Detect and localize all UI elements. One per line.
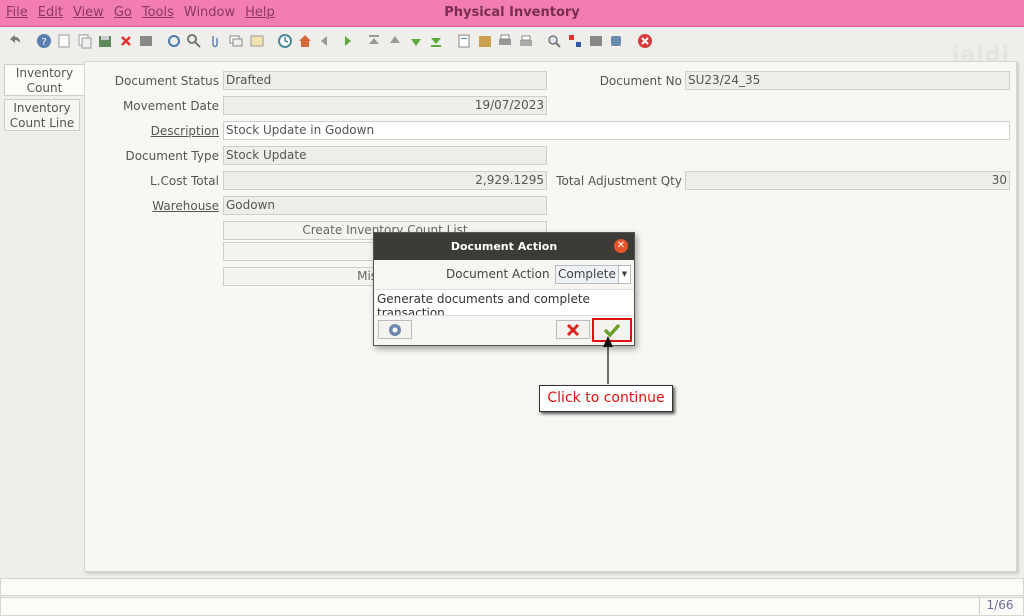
tab-inventory-count-line[interactable]: Inventory Count Line xyxy=(4,99,80,131)
action-description-line2: transaction xyxy=(377,306,445,316)
dialog-process-button[interactable] xyxy=(378,320,412,339)
lcost-total-field[interactable]: 2,929.1295 xyxy=(223,171,547,190)
new-record-icon[interactable] xyxy=(56,33,72,49)
workflow-icon[interactable] xyxy=(567,33,583,49)
document-no-label: Document No xyxy=(599,74,682,88)
detail-record-icon[interactable] xyxy=(338,33,354,49)
close-window-icon[interactable] xyxy=(637,33,653,49)
description-field[interactable]: Stock Update in Godown xyxy=(223,121,1010,140)
tab-label-line2: Count xyxy=(26,81,63,95)
document-action-value: Complete xyxy=(558,267,616,281)
grid-toggle-icon[interactable] xyxy=(249,33,265,49)
toolbar: ? jaldi xyxy=(0,27,1024,68)
document-status-label: Document Status xyxy=(114,74,219,88)
document-action-select[interactable]: Complete ▼ xyxy=(555,265,631,284)
annotation-arrow xyxy=(603,336,613,384)
report-icon[interactable] xyxy=(456,33,472,49)
document-action-label: Document Action xyxy=(446,267,550,281)
dialog-title: Document Action xyxy=(450,240,558,253)
help-icon[interactable]: ? xyxy=(36,33,52,49)
find-icon[interactable] xyxy=(186,33,202,49)
document-status-field[interactable]: Drafted xyxy=(223,71,547,90)
total-adjustment-qty-label: Total Adjustment Qty xyxy=(556,174,682,188)
tab-label-line1: Inventory xyxy=(13,101,71,115)
click-to-continue-callout: Click to continue xyxy=(539,385,673,412)
status-line xyxy=(0,578,1024,596)
movement-date-field[interactable]: 19/07/2023 xyxy=(223,96,547,115)
document-type-field[interactable]: Stock Update xyxy=(223,146,547,165)
home-icon[interactable] xyxy=(297,33,313,49)
status-info-bar xyxy=(0,597,1024,616)
parent-record-icon[interactable] xyxy=(318,33,334,49)
document-action-dialog: Document Action ✕ Document Action Comple… xyxy=(373,232,635,346)
window-title: Physical Inventory xyxy=(444,5,580,20)
print-preview-icon[interactable] xyxy=(497,33,513,49)
product-info-icon[interactable] xyxy=(588,33,604,49)
action-description-line1: Generate documents and complete xyxy=(377,292,590,306)
dialog-cancel-button[interactable] xyxy=(556,320,590,339)
previous-record-icon[interactable] xyxy=(387,33,403,49)
total-adjustment-qty-field[interactable]: 30 xyxy=(685,171,1010,190)
undo-icon[interactable] xyxy=(6,33,22,49)
document-no-field[interactable]: SU23/24_35 xyxy=(685,71,1010,90)
dialog-title-bar: Document Action ✕ xyxy=(374,233,634,260)
warehouse-field[interactable]: Godown xyxy=(223,196,547,215)
svg-text:?: ? xyxy=(41,37,46,48)
movement-date-label: Movement Date xyxy=(122,99,219,113)
end-icon[interactable] xyxy=(608,33,624,49)
last-record-icon[interactable] xyxy=(428,33,444,49)
gear-icon xyxy=(389,324,401,336)
save-icon[interactable] xyxy=(97,33,113,49)
chat-icon[interactable] xyxy=(228,33,244,49)
attachment-icon[interactable] xyxy=(207,33,223,49)
warehouse-label: Warehouse xyxy=(152,199,219,213)
cancel-x-icon xyxy=(566,323,580,337)
zoom-across-icon[interactable] xyxy=(546,33,562,49)
action-description: Generate documents and complete transact… xyxy=(375,289,633,316)
copy-record-icon[interactable] xyxy=(77,33,93,49)
tab-label-line2: Count Line xyxy=(9,116,75,130)
refresh-icon[interactable] xyxy=(166,33,182,49)
tab-label-line1: Inventory xyxy=(15,66,74,80)
first-record-icon[interactable] xyxy=(366,33,382,49)
tab-inventory-count[interactable]: Inventory Count xyxy=(4,64,84,96)
print-icon[interactable] xyxy=(518,33,534,49)
title-bar: File Edit View Go Tools Window Help Phys… xyxy=(0,0,1024,27)
next-record-icon[interactable] xyxy=(408,33,424,49)
chevron-down-icon: ▼ xyxy=(618,266,630,283)
description-label: Description xyxy=(150,124,219,138)
document-type-label: Document Type xyxy=(125,149,219,163)
lcost-total-label: L.Cost Total xyxy=(149,174,219,188)
history-icon[interactable] xyxy=(277,33,293,49)
dialog-close-icon[interactable]: ✕ xyxy=(614,239,628,253)
delete-selection-icon[interactable] xyxy=(138,33,154,49)
record-count: 1/66 xyxy=(979,597,1020,614)
delete-icon[interactable] xyxy=(118,33,134,49)
archive-icon[interactable] xyxy=(477,33,493,49)
